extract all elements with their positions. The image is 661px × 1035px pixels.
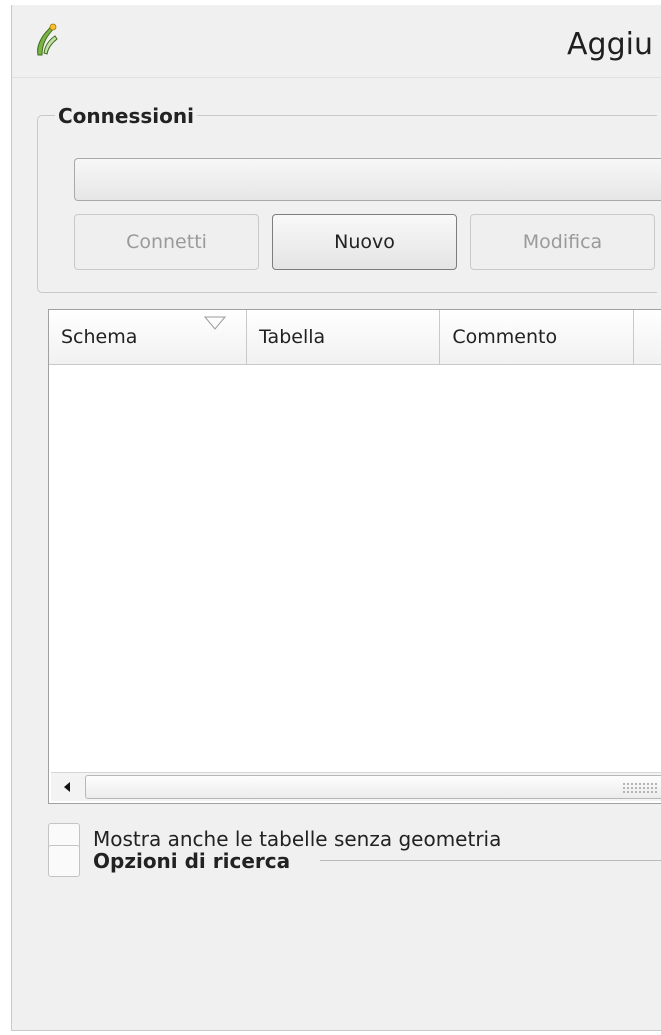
scrollbar-thumb[interactable]	[85, 775, 661, 799]
qgis-logo-icon	[37, 23, 58, 56]
connect-button-label: Connetti	[126, 231, 207, 253]
tables-view[interactable]: Schema Tabella Commento	[48, 309, 661, 804]
sort-indicator-icon	[204, 316, 227, 330]
column-header-tabella[interactable]: Tabella	[247, 310, 441, 364]
new-button-label: Nuovo	[334, 231, 395, 253]
column-header-schema[interactable]: Schema	[49, 310, 248, 364]
title-bar: Aggiu	[12, 5, 661, 78]
column-header-next[interactable]	[634, 310, 661, 364]
horizontal-scrollbar[interactable]	[51, 772, 661, 801]
search-options-divider	[320, 860, 661, 861]
connect-button[interactable]: Connetti	[74, 214, 259, 270]
column-header-label: Tabella	[259, 326, 326, 348]
search-options-label: Opzioni di ricerca	[93, 849, 291, 873]
search-options-checkbox[interactable]	[48, 845, 80, 877]
scroll-left-button[interactable]	[51, 773, 83, 801]
column-header-label: Schema	[61, 326, 138, 348]
show-no-geometry-label: Mostra anche le tabelle senza geometria	[93, 827, 502, 851]
scrollbar-grip-icon	[622, 782, 658, 794]
column-header-commento[interactable]: Commento	[440, 310, 634, 364]
edit-button-label: Modifica	[522, 231, 603, 253]
edit-button[interactable]: Modifica	[470, 214, 655, 270]
connection-combobox[interactable]	[74, 158, 661, 201]
table-header: Schema Tabella Commento	[49, 310, 661, 365]
column-header-label: Commento	[452, 326, 558, 348]
new-button[interactable]: Nuovo	[272, 214, 457, 270]
window-title: Aggiu	[567, 27, 653, 62]
connections-group-title: Connessioni	[55, 104, 197, 128]
arrow-left-icon	[64, 782, 70, 792]
